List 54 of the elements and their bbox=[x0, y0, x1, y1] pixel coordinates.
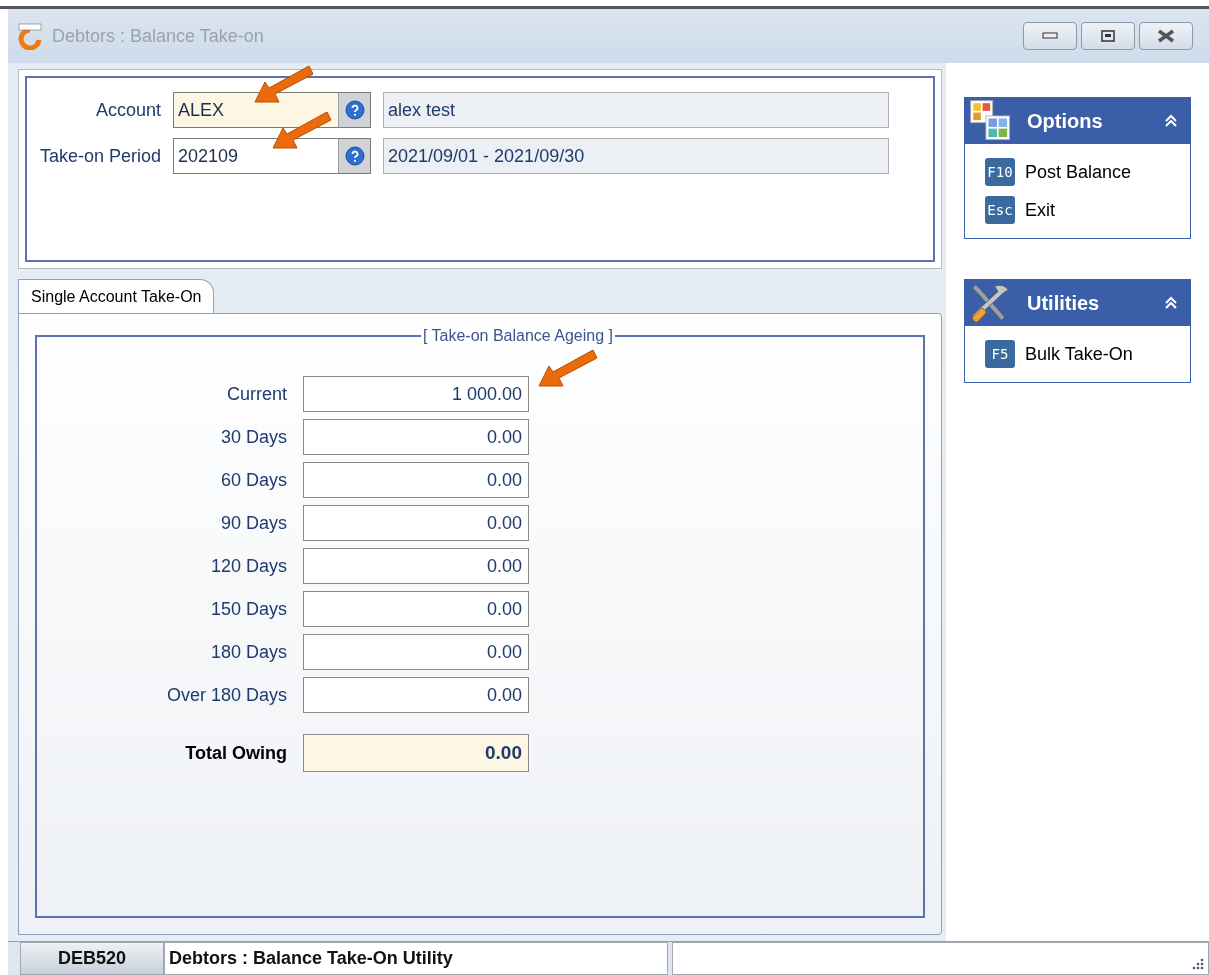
collapse-icon[interactable] bbox=[1164, 296, 1178, 310]
field-label: Over 180 Days bbox=[165, 683, 288, 707]
field-label: 60 Days bbox=[219, 468, 288, 492]
minimize-button[interactable] bbox=[1023, 22, 1077, 50]
panel-header[interactable]: Options bbox=[965, 98, 1190, 144]
help-button[interactable] bbox=[338, 139, 370, 173]
amount-field[interactable]: 0.00 bbox=[303, 419, 529, 455]
panel-title: Utilities bbox=[1027, 291, 1100, 316]
tiles-icon bbox=[969, 99, 1013, 143]
menu-link[interactable]: Post Balance bbox=[1025, 158, 1132, 186]
help-button[interactable] bbox=[338, 93, 370, 127]
collapse-icon[interactable] bbox=[1164, 114, 1178, 128]
total-label: Total Owing bbox=[184, 741, 288, 765]
close-button[interactable] bbox=[1139, 22, 1193, 50]
field-label: Take-on Period bbox=[38, 144, 162, 168]
status-text: Debtors : Balance Take-On Utility bbox=[164, 942, 668, 975]
tab[interactable]: Single Account Take-On bbox=[18, 279, 215, 313]
shortcut-key: F5 bbox=[985, 340, 1015, 368]
field-label: Account bbox=[94, 98, 162, 122]
description-field: alex test bbox=[383, 92, 889, 128]
amount-field[interactable]: 0.00 bbox=[303, 591, 529, 627]
description-field: 2021/09/01 - 2021/09/30 bbox=[383, 138, 889, 174]
field-label: 120 Days bbox=[209, 554, 288, 578]
minimize-icon bbox=[1042, 32, 1058, 40]
field-label: 90 Days bbox=[219, 511, 288, 535]
total-field: 0.00 bbox=[303, 734, 529, 772]
input-field[interactable]: 202109 bbox=[173, 138, 371, 174]
restore-icon bbox=[1101, 30, 1115, 42]
input-field[interactable]: ALEX bbox=[173, 92, 371, 128]
field-label: 180 Days bbox=[209, 640, 288, 664]
close-icon bbox=[1156, 29, 1176, 43]
amount-field[interactable]: 0.00 bbox=[303, 548, 529, 584]
resize-grip-icon bbox=[1192, 958, 1204, 970]
question-icon bbox=[344, 100, 365, 120]
shortcut-key: Esc bbox=[985, 196, 1015, 224]
field-label: 30 Days bbox=[219, 425, 288, 449]
menu-link[interactable]: Bulk Take-On bbox=[1025, 340, 1133, 368]
amount-field[interactable]: 0.00 bbox=[303, 634, 529, 670]
question-icon bbox=[344, 146, 365, 166]
field-label: Current bbox=[225, 382, 288, 406]
amount-field[interactable]: 0.00 bbox=[303, 505, 529, 541]
status-code: DEB520 bbox=[20, 942, 164, 975]
shortcut-key: F10 bbox=[985, 158, 1015, 186]
panel-title: Options bbox=[1027, 109, 1103, 134]
window-title: Debtors : Balance Take-on bbox=[52, 24, 264, 48]
restore-button[interactable] bbox=[1081, 22, 1135, 50]
amount-field[interactable]: 0.00 bbox=[303, 462, 529, 498]
panel-header[interactable]: Utilities bbox=[965, 280, 1190, 326]
amount-field[interactable]: 1 000.00 bbox=[303, 376, 529, 412]
menu-link[interactable]: Exit bbox=[1025, 196, 1055, 224]
group-title: [ Take-on Balance Ageing ] bbox=[421, 326, 614, 346]
app-logo-icon bbox=[16, 22, 44, 50]
field-label: 150 Days bbox=[209, 597, 288, 621]
amount-field[interactable]: 0.00 bbox=[303, 677, 529, 713]
